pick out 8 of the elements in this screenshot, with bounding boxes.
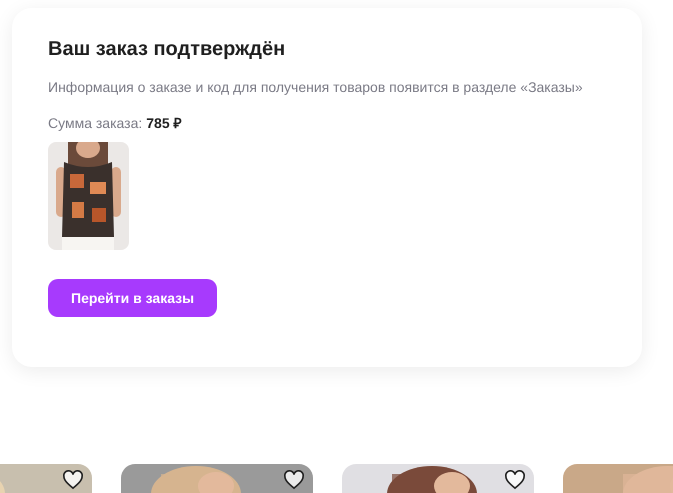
sum-value: 785 ₽ <box>146 114 182 133</box>
heart-icon[interactable] <box>283 470 305 490</box>
info-text: Информация о заказе и код для получения товаров появится в разделе «Заказы» <box>48 78 584 97</box>
sum-label: Сумма заказа: <box>48 114 142 133</box>
go-to-orders-button[interactable]: Перейти в заказы <box>48 279 218 317</box>
heart-icon[interactable] <box>62 470 84 490</box>
heart-icon[interactable] <box>504 470 526 490</box>
card-title: Ваш заказ подтверждён <box>48 37 286 62</box>
